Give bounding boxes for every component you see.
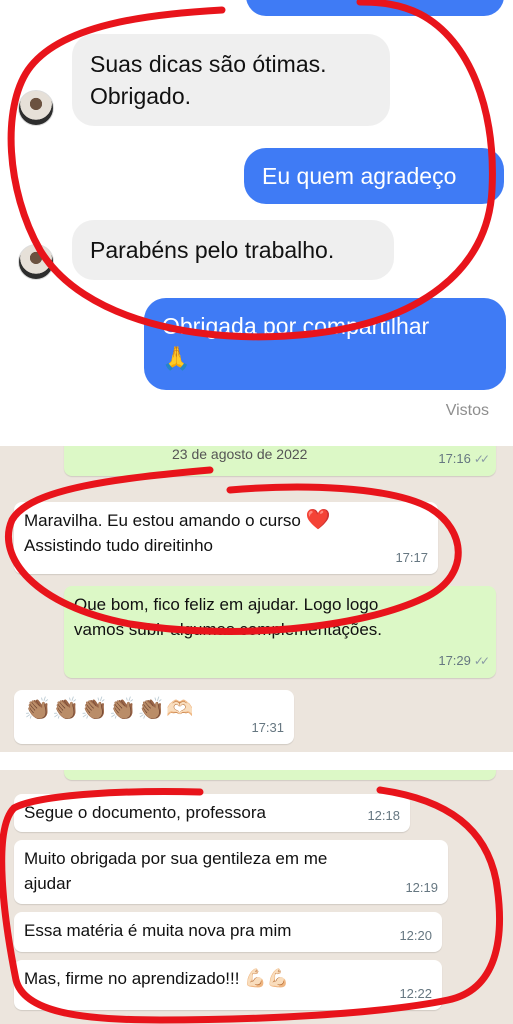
- outgoing-message-bubble[interactable]: cadastro 23 de agosto de 2022 17:16✓✓: [64, 446, 496, 476]
- flexed-biceps-icon: 💪🏻💪🏻: [244, 968, 290, 988]
- message-text-line: Muito obrigada por sua gentileza em me: [24, 849, 328, 868]
- message-text-line: Maravilha. Eu estou amando o curso: [24, 511, 301, 530]
- outgoing-message-bubble[interactable]: 12:17: [64, 770, 496, 780]
- partial-outgoing-bubble: [246, 0, 504, 16]
- message-text: Essa matéria é muita nova pra mim: [24, 921, 292, 940]
- message-time: 12:22: [399, 986, 432, 1001]
- seen-status: Vistos: [445, 402, 489, 419]
- double-check-icon: ✓✓: [473, 452, 490, 466]
- message-text-line: Suas dicas são ótimas.: [90, 51, 327, 77]
- message-text: Segue o documento, professora: [24, 803, 266, 822]
- whatsapp-chat-panel: 12:17 Segue o documento, professora 12:1…: [0, 770, 513, 1024]
- message-time: 12:19: [405, 880, 438, 895]
- incoming-message-bubble[interactable]: Essa matéria é muita nova pra mim 12:20: [14, 912, 442, 952]
- outgoing-message-bubble[interactable]: Eu quem agradeço: [244, 148, 504, 204]
- message-time: 12:20: [399, 928, 432, 943]
- message-time-wrap: 17:16 ✓✓: [438, 446, 490, 472]
- outgoing-message-bubble[interactable]: Obrigada por compartilhar 🙏: [144, 298, 506, 390]
- message-time: 17:16: [438, 451, 471, 466]
- incoming-message-bubble[interactable]: Segue o documento, professora 12:18: [14, 794, 410, 832]
- message-text-line: ajudar: [24, 874, 72, 893]
- message-time: 17:17: [395, 550, 428, 565]
- message-date: 23 de agosto de 2022: [172, 446, 308, 462]
- sender-avatar[interactable]: [18, 90, 54, 126]
- instagram-dm-panel: Suas dicas são ótimas. Obrigado. Eu quem…: [0, 0, 513, 440]
- message-text: Parabéns pelo trabalho.: [90, 237, 335, 263]
- incoming-message-bubble[interactable]: Parabéns pelo trabalho.: [72, 220, 394, 280]
- message-text-line: vamos subir algumas complementações.: [74, 620, 383, 639]
- message-text-line: Assistindo tudo direitinho: [24, 536, 214, 555]
- message-time: 12:18: [367, 808, 400, 823]
- message-time: 17:31: [251, 720, 284, 735]
- whatsapp-chat-panel: cadastro 23 de agosto de 2022 17:16✓✓ Ma…: [0, 446, 513, 752]
- incoming-message-bubble[interactable]: 👏🏽👏🏽👏🏽👏🏽👏🏽🫶🏻 17:31: [14, 690, 294, 744]
- clapping-hands-icon: 👏🏽👏🏽👏🏽👏🏽👏🏽🫶🏻: [24, 696, 195, 721]
- outgoing-message-bubble[interactable]: Que bom, fico feliz em ajudar. Logo logo…: [64, 586, 496, 678]
- incoming-message-bubble[interactable]: Maravilha. Eu estou amando o curso ❤️ As…: [14, 502, 438, 574]
- message-time: 12:17: [453, 770, 486, 778]
- message-time-wrap: 17:29 ✓✓: [438, 648, 490, 674]
- sender-avatar[interactable]: [18, 244, 54, 280]
- heart-icon: ❤️: [305, 509, 331, 531]
- message-text: Eu quem agradeço: [262, 163, 457, 189]
- message-text-line: Obrigado.: [90, 83, 192, 109]
- incoming-message-bubble[interactable]: Suas dicas são ótimas. Obrigado.: [72, 34, 390, 126]
- screenshot-divider: [0, 752, 513, 770]
- incoming-message-bubble[interactable]: Muito obrigada por sua gentileza em me a…: [14, 840, 448, 904]
- incoming-message-bubble[interactable]: Mas, firme no aprendizado!!! 💪🏻💪🏻 12:22: [14, 960, 442, 1010]
- message-time: 17:29: [438, 653, 471, 668]
- message-text: Obrigada por compartilhar: [162, 313, 430, 339]
- message-text-line: Que bom, fico feliz em ajudar. Logo logo: [74, 595, 379, 614]
- message-text: cadastro: [74, 446, 139, 453]
- message-text: Mas, firme no aprendizado!!!: [24, 969, 240, 988]
- double-check-icon: ✓✓: [473, 654, 490, 668]
- praying-hands-icon: 🙏: [162, 345, 191, 371]
